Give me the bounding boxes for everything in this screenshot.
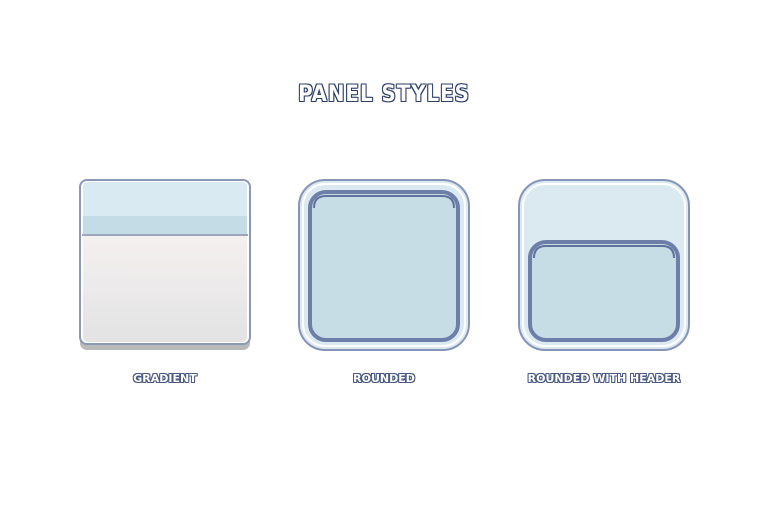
- page-title: Panel Styles: [298, 82, 470, 108]
- rounded-panel-icon: [298, 179, 470, 351]
- rounded-header-panel-icon: [518, 179, 690, 351]
- caption-rounded: Rounded: [353, 372, 415, 385]
- gradient-panel-icon: [79, 179, 251, 350]
- caption-rounded-with-header: Rounded with Header: [527, 372, 681, 385]
- caption-gradient: Gradient: [133, 372, 197, 385]
